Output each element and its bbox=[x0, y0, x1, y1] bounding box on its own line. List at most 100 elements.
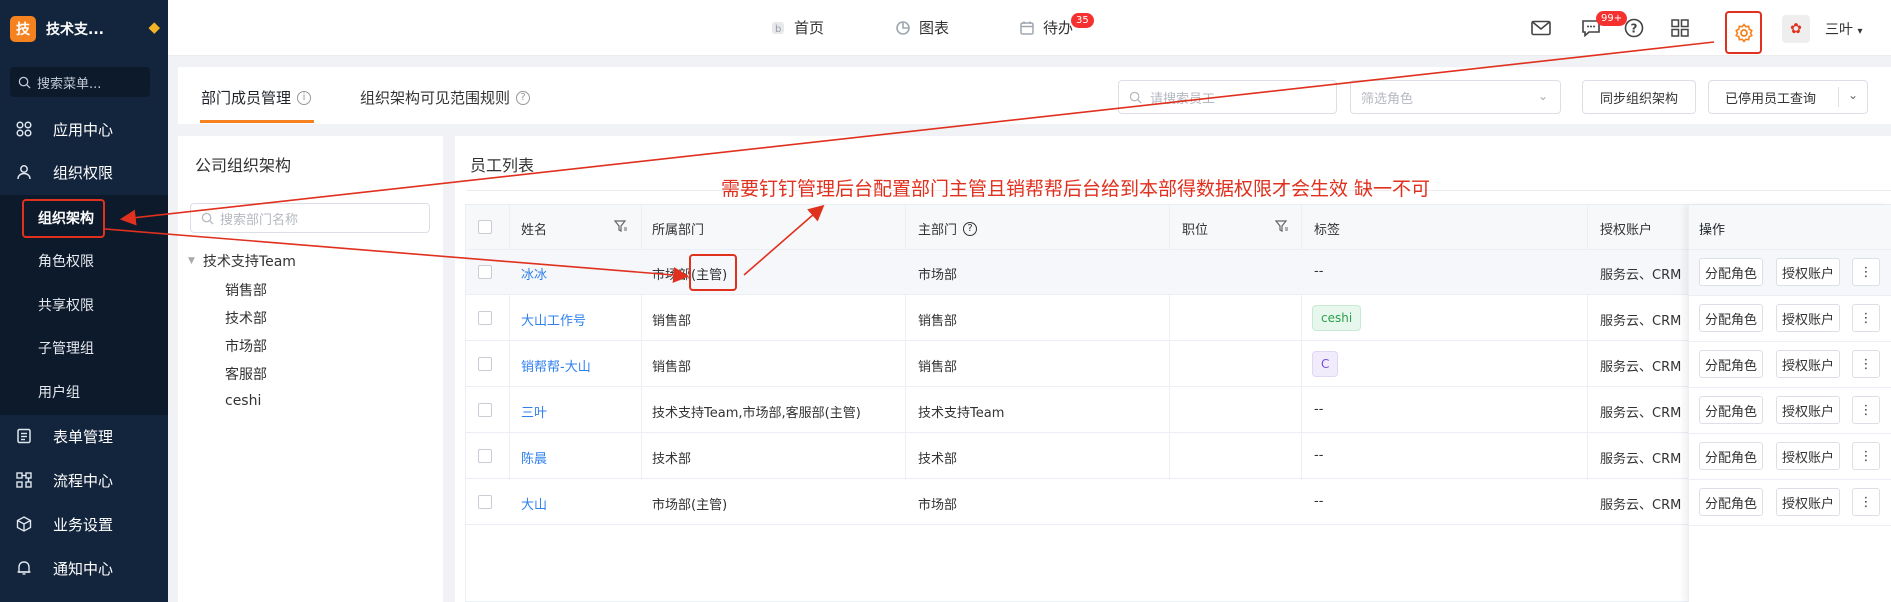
mail-icon[interactable] bbox=[1529, 16, 1553, 40]
employee-name-link[interactable]: 冰冰 bbox=[521, 264, 547, 283]
employee-search-input[interactable]: 请搜索员工 bbox=[1118, 80, 1337, 114]
calendar-icon bbox=[1019, 20, 1035, 36]
authorize-account-button[interactable]: 授权账户 bbox=[1776, 442, 1840, 470]
row-checkbox[interactable] bbox=[478, 449, 492, 463]
tab-dept-member-management[interactable]: 部门成员管理 i bbox=[201, 87, 312, 108]
row-checkbox[interactable] bbox=[478, 403, 492, 417]
sidebar-item-form-management[interactable]: 表单管理 bbox=[0, 414, 168, 458]
brand-name: 技术支... bbox=[46, 22, 104, 38]
authorize-account-button[interactable]: 授权账户 bbox=[1776, 350, 1840, 378]
caret-down-icon: ▼ bbox=[188, 256, 195, 266]
more-icon[interactable]: ⋮ bbox=[1852, 304, 1880, 332]
col-dept: 所属部门 bbox=[652, 219, 704, 238]
assign-role-button[interactable]: 分配角色 bbox=[1699, 442, 1763, 470]
nav-charts[interactable]: 图表 bbox=[895, 17, 949, 38]
assign-role-button[interactable]: 分配角色 bbox=[1699, 258, 1763, 286]
disabled-employee-query-label: 已停用员工查询 bbox=[1725, 91, 1817, 107]
more-icon[interactable]: ⋮ bbox=[1852, 488, 1880, 516]
tab-visibility-rules[interactable]: 组织架构可见范围规则? bbox=[360, 87, 531, 108]
sidebar-item-apps[interactable]: 应用中心 bbox=[0, 107, 168, 151]
table-row[interactable]: 销帮帮-大山 销售部 销售部 C 服务云、CRM bbox=[466, 342, 1890, 387]
sidebar-item-business-settings[interactable]: 业务设置 bbox=[0, 502, 168, 546]
tree-node-marketing[interactable]: 市场部 bbox=[225, 336, 267, 356]
assign-role-button[interactable]: 分配角色 bbox=[1699, 304, 1763, 332]
nav-home[interactable]: b 首页 bbox=[770, 17, 824, 38]
row-checkbox[interactable] bbox=[478, 265, 492, 279]
submenu-item-sub-admin-group[interactable]: 子管理组 bbox=[38, 338, 94, 358]
sidebar-item-org-permission[interactable]: 组织权限 bbox=[0, 150, 168, 194]
role-filter-select[interactable]: 筛选角色 ⌄ bbox=[1350, 80, 1561, 114]
sidebar-item-flow-center[interactable]: 流程中心 bbox=[0, 458, 168, 502]
employee-panel-title: 员工列表 bbox=[470, 156, 535, 175]
table-row[interactable]: 三叶 技术支持Team,市场部,客服部(主管) 技术支持Team -- 服务云、… bbox=[466, 388, 1890, 433]
employee-name-link[interactable]: 销帮帮-大山 bbox=[521, 356, 591, 375]
nav-label: 图表 bbox=[919, 19, 950, 37]
more-icon[interactable]: ⋮ bbox=[1852, 442, 1880, 470]
filter-icon[interactable] bbox=[614, 219, 628, 233]
assign-role-button[interactable]: 分配角色 bbox=[1699, 488, 1763, 516]
sync-org-button[interactable]: 同步组织架构 bbox=[1582, 80, 1696, 114]
sidebar-item-label: 表单管理 bbox=[53, 427, 114, 446]
table-row[interactable]: 冰冰 市场部(主管) 市场部 -- 服务云、CRM bbox=[466, 250, 1890, 295]
tabs-bar: 部门成员管理 i 组织架构可见范围规则? 请搜索员工 筛选角色 ⌄ 同步组织架构 … bbox=[178, 67, 1891, 124]
submenu-item-share-permission[interactable]: 共享权限 bbox=[38, 295, 94, 315]
svg-text:?: ? bbox=[1631, 22, 1638, 36]
tree-root-node[interactable]: ▼ 技术支持Team bbox=[188, 251, 296, 271]
assign-role-button[interactable]: 分配角色 bbox=[1699, 350, 1763, 378]
col-account: 授权账户 bbox=[1600, 219, 1652, 238]
authorize-account-button[interactable]: 授权账户 bbox=[1776, 488, 1840, 516]
tree-node-service[interactable]: 客服部 bbox=[225, 364, 267, 384]
col-label: 操作 bbox=[1699, 223, 1726, 238]
col-label: 姓名 bbox=[521, 223, 548, 238]
dept-search-input[interactable]: 搜索部门名称 bbox=[190, 203, 430, 233]
chevron-down-icon: ▾ bbox=[1857, 26, 1863, 37]
submenu-item-user-group[interactable]: 用户组 bbox=[38, 382, 80, 402]
table-row[interactable]: 大山 市场部(主管) 市场部 -- 服务云、CRM bbox=[466, 480, 1890, 525]
nav-todo[interactable]: 待办 bbox=[1019, 17, 1073, 38]
assign-role-button[interactable]: 分配角色 bbox=[1699, 396, 1763, 424]
row-checkbox[interactable] bbox=[478, 311, 492, 325]
filter-icon[interactable] bbox=[1275, 219, 1289, 233]
button-divider bbox=[1838, 87, 1839, 107]
table-row[interactable]: 陈晨 技术部 技术部 -- 服务云、CRM bbox=[466, 434, 1890, 479]
employee-name-link[interactable]: 三叶 bbox=[521, 402, 547, 421]
authorize-account-button[interactable]: 授权账户 bbox=[1776, 396, 1840, 424]
select-all-checkbox[interactable] bbox=[478, 220, 492, 234]
operations-row: 分配角色 授权账户 ⋮ bbox=[1689, 342, 1891, 388]
disabled-employee-query-button[interactable]: 已停用员工查询 ⌄ bbox=[1708, 80, 1868, 114]
submenu-item-role-permission[interactable]: 角色权限 bbox=[38, 251, 94, 271]
sidebar-item-notification-center[interactable]: 通知中心 bbox=[0, 546, 168, 590]
menu-search-input[interactable]: 搜索菜单... bbox=[10, 67, 150, 97]
table-row[interactable]: 大山工作号 销售部 销售部 ceshi 服务云、CRM bbox=[466, 296, 1890, 341]
brand-logo: 技 bbox=[10, 16, 36, 42]
authorize-account-button[interactable]: 授权账户 bbox=[1776, 304, 1840, 332]
more-icon[interactable]: ⋮ bbox=[1852, 350, 1880, 378]
search-icon bbox=[201, 212, 214, 225]
user-menu[interactable]: 三叶 ▾ bbox=[1825, 19, 1862, 39]
chart-icon bbox=[895, 20, 911, 36]
more-icon[interactable]: ⋮ bbox=[1852, 396, 1880, 424]
more-icon[interactable]: ⋮ bbox=[1852, 258, 1880, 286]
help-icon: ? bbox=[963, 221, 978, 236]
row-checkbox[interactable] bbox=[478, 495, 492, 509]
tree-node-sales[interactable]: 销售部 bbox=[225, 280, 267, 300]
user-icon bbox=[15, 163, 33, 181]
row-checkbox[interactable] bbox=[478, 357, 492, 371]
grid-icon[interactable] bbox=[1668, 16, 1692, 40]
account-cell: 服务云、CRM bbox=[1600, 360, 1682, 375]
col-label: 所属部门 bbox=[652, 223, 705, 238]
tag-badge: C bbox=[1312, 351, 1339, 377]
help-icon[interactable]: ? bbox=[1622, 16, 1646, 40]
employee-name-link[interactable]: 陈晨 bbox=[521, 448, 547, 467]
main-dept-cell: 市场部 bbox=[918, 268, 958, 283]
main-dept-cell: 销售部 bbox=[918, 360, 958, 375]
tree-node-ceshi[interactable]: ceshi bbox=[225, 393, 261, 409]
account-cell: 服务云、CRM bbox=[1600, 314, 1682, 329]
brand[interactable]: 技 技术支... ◆ bbox=[10, 14, 160, 44]
settings-button[interactable] bbox=[1725, 11, 1762, 54]
avatar[interactable]: ✿ bbox=[1782, 15, 1810, 43]
employee-name-link[interactable]: 大山工作号 bbox=[521, 310, 586, 329]
tree-node-tech[interactable]: 技术部 bbox=[225, 308, 267, 328]
employee-name-link[interactable]: 大山 bbox=[521, 494, 547, 513]
authorize-account-button[interactable]: 授权账户 bbox=[1776, 258, 1840, 286]
